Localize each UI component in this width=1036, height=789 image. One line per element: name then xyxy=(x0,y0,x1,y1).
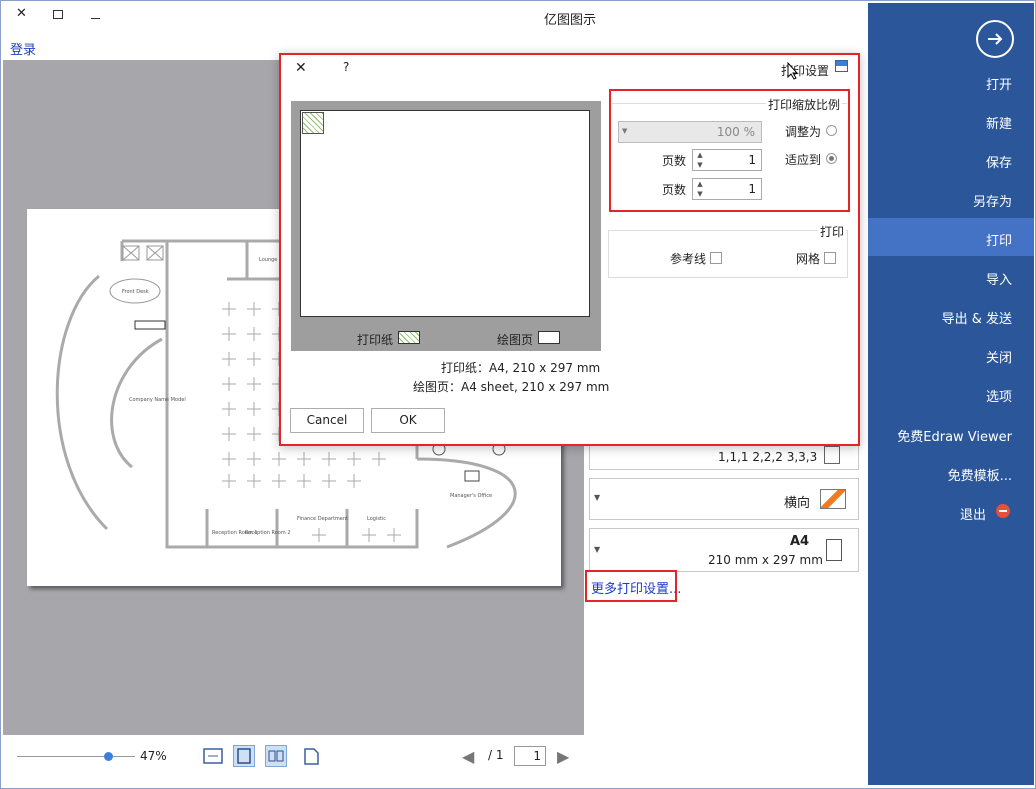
draw-page-swatch xyxy=(538,331,560,344)
close-window-icon[interactable]: ✕ xyxy=(16,6,27,21)
sidebar-item-new[interactable]: 新建 xyxy=(986,113,1012,132)
dialog-preview-paper xyxy=(300,110,590,317)
fit-width-icon[interactable] xyxy=(202,745,224,767)
sidebar-item-exit[interactable]: 退出 xyxy=(960,504,986,523)
mouse-cursor-icon xyxy=(787,62,799,80)
floorplan-label: Front Desk xyxy=(122,289,149,295)
grid-checkbox[interactable] xyxy=(824,252,836,264)
sidebar-item-close[interactable]: 关闭 xyxy=(986,347,1012,366)
floorplan-label: Manager's Office xyxy=(450,493,492,499)
chevron-down-icon: ▼ xyxy=(594,493,601,502)
chevron-down-icon: ▼ xyxy=(594,545,601,554)
sidebar-item-print[interactable]: 打印 xyxy=(986,230,1012,249)
floorplan-label: Company Name Model xyxy=(129,397,186,403)
paper-size-name: A4 xyxy=(790,534,810,549)
print-paper-swatch xyxy=(398,331,420,344)
adjust-label: 调整为 xyxy=(785,125,822,139)
collate-label: 1,1,1 2,2,2 3,3,3 xyxy=(718,450,818,464)
fit-to-radio[interactable] xyxy=(826,153,837,164)
fit-pages-value: 1 xyxy=(748,182,756,196)
window-title: 亿图图示 xyxy=(543,13,596,28)
maximize-window-icon[interactable] xyxy=(53,10,63,19)
sidebar-item-save-as[interactable]: 另存为 xyxy=(973,191,1012,210)
sidebar-item-export-send[interactable]: 导出 & 发送 xyxy=(942,308,1012,327)
paper-info: 打印纸：A4, 210 x 297 mm xyxy=(441,361,601,375)
zoom-slider-handle[interactable] xyxy=(104,752,113,761)
legend-print-paper: 打印纸 xyxy=(357,333,394,347)
zoom-level: 47% xyxy=(140,749,167,763)
back-arrow-icon[interactable] xyxy=(976,20,1014,58)
prev-page-icon[interactable]: ◀ xyxy=(462,747,474,766)
spinner-arrows-icon[interactable]: ▲ ▼ xyxy=(693,150,707,170)
collate-icon xyxy=(824,446,840,464)
orientation-label: 横向 xyxy=(784,496,811,511)
guides-checkbox[interactable] xyxy=(710,252,722,264)
sidebar-item-templates[interactable]: 免费模板... xyxy=(948,465,1012,484)
paper-size-dropdown[interactable]: ▼ A4 210 mm x 297 mm xyxy=(589,528,859,572)
grid-label: 网格 xyxy=(796,252,821,266)
floorplan-label: Finance Department xyxy=(297,516,348,522)
minimize-window-icon[interactable] xyxy=(91,18,100,19)
cancel-button[interactable]: Cancel xyxy=(290,408,364,433)
legend-draw-page: 绘图页 xyxy=(497,333,534,347)
chevron-down-icon: ▼ xyxy=(622,127,628,135)
more-print-settings-link[interactable]: 更多打印设置... xyxy=(591,578,681,597)
ok-button[interactable]: OK xyxy=(371,408,445,433)
fit-to-label: 适应到 xyxy=(785,153,822,167)
next-page-icon[interactable]: ▶ xyxy=(557,747,569,766)
paper-icon xyxy=(826,539,842,561)
floorplan-label: Reception Room 2 xyxy=(245,530,291,536)
landscape-icon xyxy=(820,489,846,509)
single-page-icon[interactable] xyxy=(300,745,322,767)
pages-label: 页数 xyxy=(662,154,687,168)
dialog-close-icon[interactable]: ✕ xyxy=(295,60,307,76)
page-number-input[interactable]: 1 xyxy=(514,746,546,766)
fit-pages-spinner[interactable]: ▲ ▼ 1 xyxy=(692,149,762,171)
login-link[interactable]: 登录 xyxy=(10,39,36,58)
sidebar-item-options[interactable]: 选项 xyxy=(986,386,1012,405)
floorplan-label: Logistic xyxy=(367,516,386,522)
sidebar-item-edraw-viewer[interactable]: 免费Edraw Viewer xyxy=(897,426,1012,445)
sidebar-item-save[interactable]: 保存 xyxy=(986,152,1012,171)
adjust-scale-value: 100 % xyxy=(716,125,755,139)
zoom-slider[interactable] xyxy=(17,756,135,757)
print-group-title: 打印 xyxy=(818,223,847,240)
paper-size-dims: 210 mm x 297 mm xyxy=(708,553,823,567)
fit-pages-spinner[interactable]: ▲ ▼ 1 xyxy=(692,178,762,200)
adjust-radio[interactable] xyxy=(826,125,837,136)
adjust-scale-select[interactable]: ▼ 100 % xyxy=(618,121,762,143)
print-settings-icon xyxy=(835,60,848,72)
floorplan-label: Lounge xyxy=(259,257,277,263)
orientation-dropdown[interactable]: ▼ 横向 xyxy=(589,478,859,520)
dialog-preview-print-area xyxy=(302,112,324,134)
pages-label: 页数 xyxy=(662,183,687,197)
guides-label: 参考线 xyxy=(670,252,707,266)
fit-pages-value: 1 xyxy=(748,153,756,167)
two-pages-icon[interactable] xyxy=(265,745,287,767)
draw-page-info: 绘图页：A4 sheet, 210 x 297 mm xyxy=(413,380,610,394)
spinner-arrows-icon[interactable]: ▲ ▼ xyxy=(693,179,707,199)
sidebar-item-open[interactable]: 打开 xyxy=(986,74,1012,93)
exit-icon xyxy=(996,504,1010,518)
fit-page-icon[interactable] xyxy=(233,745,255,767)
scale-group-title: 打印缩放比例 xyxy=(766,96,843,113)
dialog-help-icon[interactable]: ? xyxy=(343,60,349,74)
page-total: / 1 xyxy=(488,748,504,762)
sidebar-item-import[interactable]: 导入 xyxy=(986,269,1012,288)
